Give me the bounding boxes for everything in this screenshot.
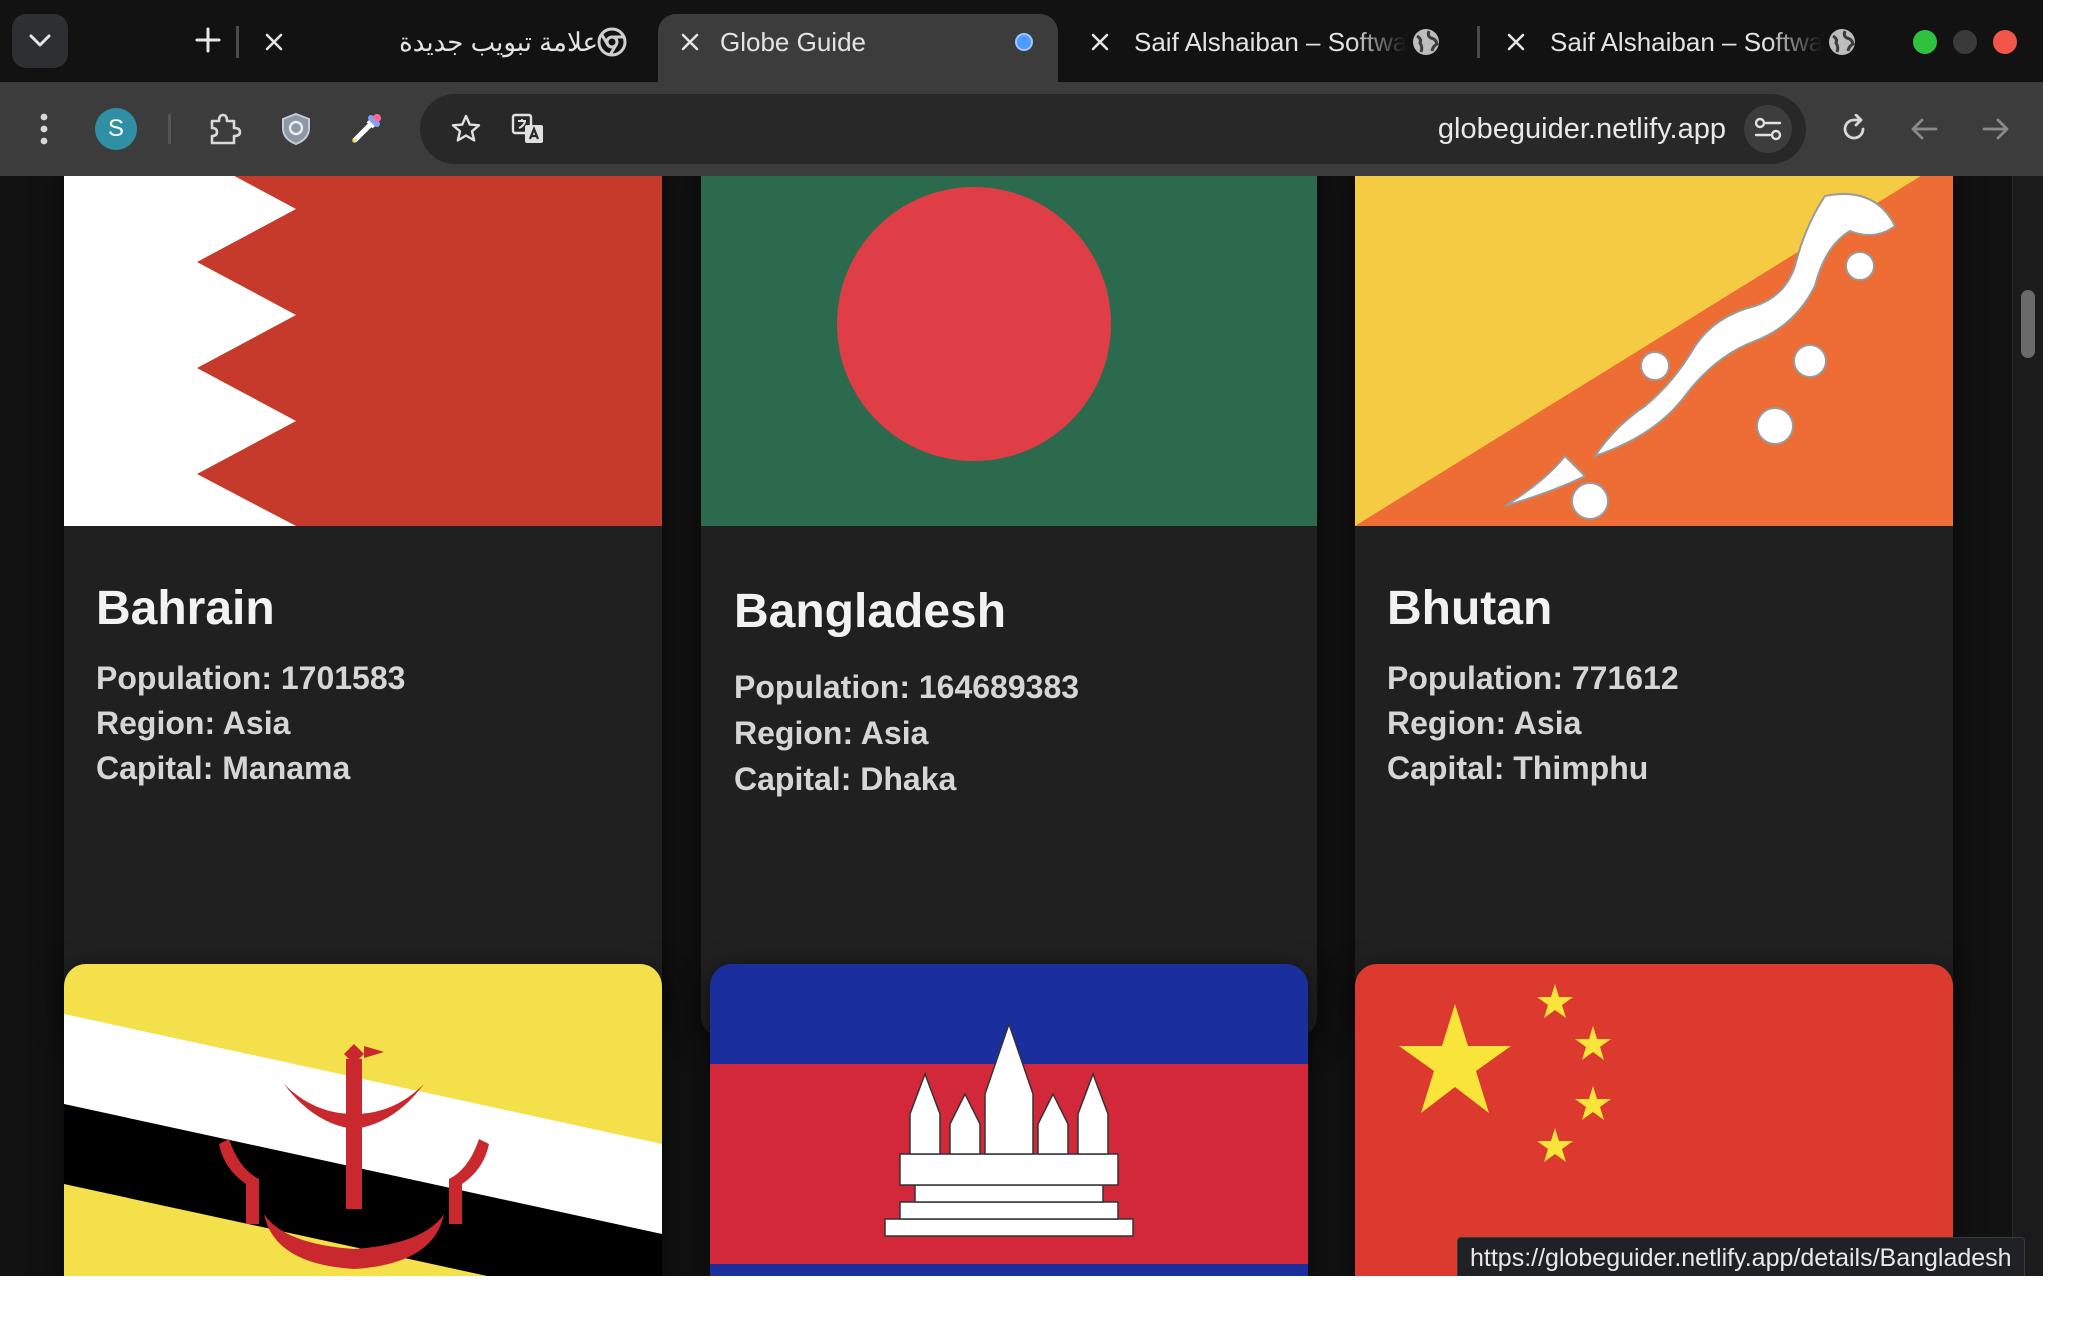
kebab-menu-icon xyxy=(40,113,48,145)
tab-separator xyxy=(1477,26,1480,58)
arrow-left-icon xyxy=(1911,118,1938,140)
profile-avatar[interactable]: S xyxy=(95,108,137,150)
chrome-icon xyxy=(596,26,628,58)
country-card-bhutan[interactable]: Bhutan Population: 771612 Region: Asia C… xyxy=(1355,176,1953,1028)
color-picker-extension-button[interactable] xyxy=(342,105,390,153)
china-flag xyxy=(1355,964,1953,1276)
globe-icon xyxy=(1410,26,1442,58)
close-icon xyxy=(1507,33,1525,51)
chevron-down-icon xyxy=(29,34,51,47)
country-capital: Capital: Thimphu xyxy=(1387,750,1649,786)
translate-button[interactable] xyxy=(504,105,552,153)
country-info: Population: 1701583 Region: Asia Capital… xyxy=(96,656,405,791)
country-region: Region: Asia xyxy=(1387,705,1582,741)
puzzle-icon xyxy=(210,113,242,145)
cambodia-flag xyxy=(710,964,1308,1276)
tab-separator xyxy=(236,26,239,58)
bahrain-flag xyxy=(64,176,662,526)
country-population: Population: 771612 xyxy=(1387,660,1679,696)
globe-icon xyxy=(1826,26,1858,58)
address-bar[interactable]: globeguider.netlify.app xyxy=(420,94,1806,164)
tab-title: Saif Alshaiban – Software Engineer xyxy=(1550,27,1822,57)
scrollbar-thumb[interactable] xyxy=(2021,290,2035,358)
country-capital: Capital: Manama xyxy=(96,750,351,786)
brunei-flag xyxy=(64,964,662,1276)
country-population: Population: 1701583 xyxy=(96,660,406,696)
site-settings-button[interactable] xyxy=(1744,105,1792,153)
plus-icon xyxy=(195,27,221,53)
bookmark-star-button[interactable] xyxy=(442,105,490,153)
tab-close-button[interactable] xyxy=(258,26,290,58)
window-close-button[interactable] xyxy=(1993,30,2017,54)
tab-close-button[interactable] xyxy=(1500,26,1532,58)
tab-search-button[interactable] xyxy=(12,14,68,68)
country-population: Population: 164689383 xyxy=(734,669,1080,705)
tab-title: Saif Alshaiban – Software Engineer xyxy=(1134,27,1406,57)
security-extension-button[interactable] xyxy=(272,105,320,153)
link-status-tooltip: https://globeguider.netlify.app/details/… xyxy=(1457,1237,2025,1276)
tab-saif-portfolio[interactable]: Saif Alshaiban – Software Engineer xyxy=(1084,14,1464,82)
browser-window: علامة تبويب جديدة Globe Guide Saif Alsha… xyxy=(0,0,2043,1276)
tab-saif-portfolio-2[interactable]: Saif Alshaiban – Software Engineer xyxy=(1500,14,1880,82)
tab-strip: علامة تبويب جديدة Globe Guide Saif Alsha… xyxy=(0,0,2043,82)
close-icon xyxy=(1091,33,1109,51)
country-region: Region: Asia xyxy=(734,715,929,751)
eyedropper-icon xyxy=(351,114,381,144)
bhutan-flag xyxy=(1355,176,1953,526)
menu-button[interactable] xyxy=(20,105,68,153)
window-zoom-button[interactable] xyxy=(1913,30,1937,54)
country-capital: Capital: Dhaka xyxy=(734,761,957,797)
country-name: Bangladesh xyxy=(734,585,1007,638)
country-info: Population: 771612 Region: Asia Capital:… xyxy=(1387,656,1679,791)
close-icon xyxy=(681,33,699,51)
translate-icon xyxy=(511,113,543,143)
globe-guide-icon xyxy=(1008,26,1040,58)
country-card-brunei[interactable] xyxy=(64,964,662,1276)
country-card-bahrain[interactable]: Bahrain Population: 1701583 Region: Asia… xyxy=(64,176,662,1028)
country-card-china[interactable] xyxy=(1355,964,1953,1276)
reload-button[interactable] xyxy=(1830,105,1878,153)
close-icon xyxy=(265,33,283,51)
new-tab-button[interactable] xyxy=(186,18,230,62)
browser-toolbar: S globeguider.netlify.app xyxy=(0,82,2043,176)
tab-close-button[interactable] xyxy=(1084,26,1116,58)
shield-icon xyxy=(282,112,310,146)
bangladesh-flag xyxy=(701,176,1317,526)
arrow-right-icon xyxy=(1982,118,2009,140)
country-card-cambodia[interactable] xyxy=(710,964,1308,1276)
url-text: globeguider.netlify.app xyxy=(1437,113,1726,145)
country-name: Bahrain xyxy=(96,582,275,635)
tab-title: علامة تبويب جديدة xyxy=(399,27,598,57)
tune-icon xyxy=(1754,117,1782,141)
country-card-bangladesh[interactable]: Bangladesh Population: 164689383 Region:… xyxy=(701,176,1317,1038)
page-content: Bahrain Population: 1701583 Region: Asia… xyxy=(0,176,2012,1276)
country-region: Region: Asia xyxy=(96,705,291,741)
tab-globe-guide[interactable]: Globe Guide xyxy=(658,14,1058,82)
forward-button[interactable] xyxy=(1972,105,2020,153)
reload-icon xyxy=(1843,114,1865,140)
tab-new-tab[interactable]: علامة تبويب جديدة xyxy=(258,14,648,82)
window-minimize-button[interactable] xyxy=(1953,30,1977,54)
extensions-button[interactable] xyxy=(200,105,248,153)
tab-title: Globe Guide xyxy=(720,27,866,57)
star-icon xyxy=(451,114,481,142)
country-info: Population: 164689383 Region: Asia Capit… xyxy=(734,664,1079,802)
tab-close-button[interactable] xyxy=(674,26,706,58)
country-name: Bhutan xyxy=(1387,582,1553,635)
back-button[interactable] xyxy=(1900,105,1948,153)
toolbar-separator xyxy=(168,114,171,144)
